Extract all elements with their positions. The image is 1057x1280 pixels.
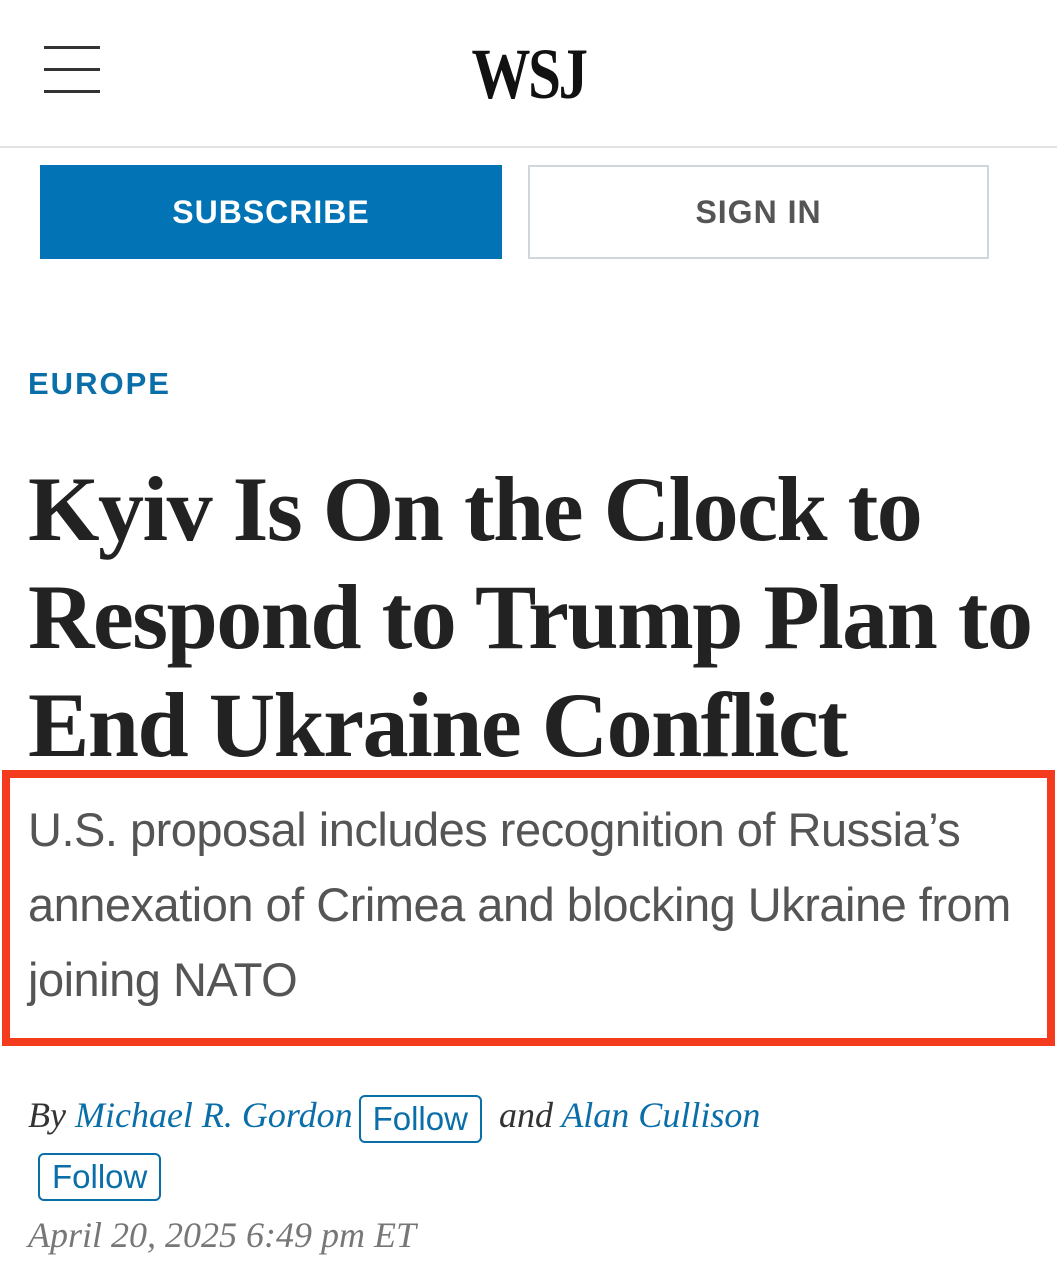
top-navigation-bar: WSJ bbox=[0, 0, 1057, 148]
sign-in-button[interactable]: SIGN IN bbox=[528, 165, 989, 259]
menu-line bbox=[44, 68, 100, 71]
hamburger-menu-icon[interactable] bbox=[44, 46, 100, 94]
author-link-alan-cullison[interactable]: Alan Cullison bbox=[561, 1095, 760, 1135]
article-dek: U.S. proposal includes recognition of Ru… bbox=[28, 803, 1011, 1006]
follow-author-1-button[interactable]: Follow bbox=[358, 1094, 482, 1143]
menu-line bbox=[44, 90, 100, 93]
follow-author-2-button[interactable]: Follow bbox=[38, 1152, 162, 1201]
byline: By Michael R. Gordon Follow and Alan Cull… bbox=[28, 1086, 1038, 1202]
publish-date: April 20, 2025 6:49 pm ET bbox=[28, 1215, 417, 1255]
byline-conjunction: and bbox=[498, 1095, 553, 1135]
subscribe-button[interactable]: SUBSCRIBE bbox=[40, 165, 502, 259]
article-headline: Kyiv Is On the Clock to Respond to Trump… bbox=[28, 458, 1033, 776]
section-label-link[interactable]: EUROPE bbox=[28, 366, 171, 402]
wsj-logo[interactable]: WSJ bbox=[95, 32, 962, 116]
byline-prefix: By bbox=[28, 1095, 66, 1135]
menu-line bbox=[44, 46, 100, 49]
author-link-michael-gordon[interactable]: Michael R. Gordon bbox=[75, 1095, 353, 1135]
